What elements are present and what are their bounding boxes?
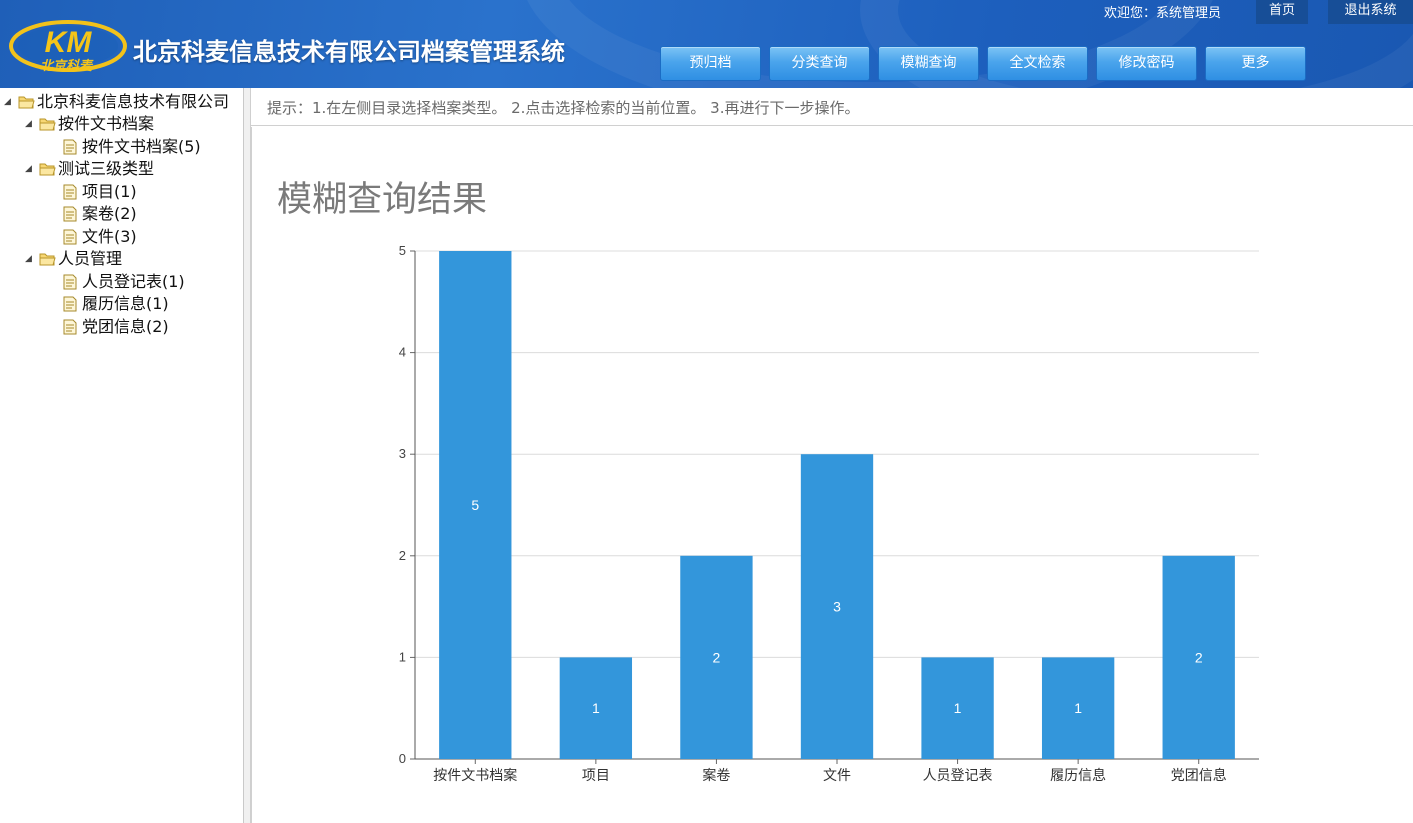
- tree-item-label: 按件文书档案(5): [82, 137, 201, 156]
- folder-open-icon: [18, 96, 35, 109]
- x-tick-label: 人员登记表: [923, 768, 993, 784]
- app-header: KM 北京科麦 北京科麦信息技术有限公司档案管理系统 欢迎您：系统管理员 首页 …: [0, 0, 1413, 88]
- system-title: 北京科麦信息技术有限公司档案管理系统: [133, 38, 565, 66]
- nav-change-password-button[interactable]: 修改密码: [1096, 46, 1197, 81]
- file-icon: [63, 139, 77, 155]
- tree-group-personnel[interactable]: ◢ 人员管理: [25, 248, 122, 270]
- nav-pre-archive-button[interactable]: 预归档: [660, 46, 761, 81]
- tree-item[interactable]: 履历信息(1): [63, 293, 169, 315]
- hint-bar: 提示：1.在左侧目录选择档案类型。 2.点击选择检索的当前位置。 3.再进行下一…: [251, 88, 1413, 126]
- nav-fuzzy-query-button[interactable]: 模糊查询: [878, 46, 979, 81]
- folder-open-icon: [39, 163, 56, 176]
- tree-item[interactable]: 项目(1): [63, 181, 137, 203]
- tree-item[interactable]: 党团信息(2): [63, 316, 169, 338]
- y-tick-label: 4: [399, 345, 406, 360]
- expand-toggle-icon[interactable]: ◢: [25, 254, 36, 265]
- category-tree: ◢ 北京科麦信息技术有限公司 ◢ 按件文书档案 按件文书档案(5) ◢ 测试三级…: [0, 88, 244, 823]
- tree-root[interactable]: ◢ 北京科麦信息技术有限公司: [4, 91, 229, 113]
- bar-value-label: 2: [713, 649, 721, 665]
- logout-button[interactable]: 退出系统: [1328, 0, 1413, 24]
- file-icon: [63, 319, 77, 335]
- tree-item-label: 党团信息(2): [82, 317, 169, 336]
- bar-value-label: 1: [1074, 700, 1082, 716]
- y-tick-label: 5: [399, 243, 406, 258]
- file-icon: [63, 229, 77, 245]
- x-tick-label: 党团信息: [1171, 767, 1227, 784]
- expand-toggle-icon[interactable]: ◢: [4, 97, 15, 108]
- x-tick-label: 按件文书档案: [433, 767, 517, 784]
- x-tick-label: 文件: [823, 768, 851, 784]
- tree-group-test-type[interactable]: ◢ 测试三级类型: [25, 158, 154, 180]
- tree-item-label: 人员登记表(1): [82, 272, 185, 291]
- expand-toggle-icon[interactable]: ◢: [25, 119, 36, 130]
- tree-root-label: 北京科麦信息技术有限公司: [37, 92, 230, 111]
- nav-fulltext-search-button[interactable]: 全文检索: [987, 46, 1088, 81]
- tree-item-label: 案卷(2): [82, 204, 137, 223]
- tree-item[interactable]: 人员登记表(1): [63, 271, 185, 293]
- y-tick-label: 1: [399, 649, 406, 664]
- folder-open-icon: [39, 118, 56, 131]
- logo-text: KM: [45, 26, 93, 59]
- folder-open-icon: [39, 253, 56, 266]
- home-button[interactable]: 首页: [1256, 0, 1308, 24]
- bar-value-label: 3: [833, 599, 841, 615]
- x-tick-label: 案卷: [702, 767, 730, 784]
- tree-item-label: 履历信息(1): [82, 294, 169, 313]
- tree-group-label: 人员管理: [58, 249, 123, 268]
- y-tick-label: 0: [399, 751, 406, 766]
- expand-toggle-icon[interactable]: ◢: [25, 164, 36, 175]
- tree-item-label: 项目(1): [82, 182, 137, 201]
- result-bar-chart: 0 1 2 3 4 5 5 按件文书档案 1 项目 2 案卷 3 文件 1 人员登记表 1 履历信息 2 党团信息: [399, 243, 1259, 784]
- x-tick-label: 项目: [582, 768, 610, 784]
- panel-splitter[interactable]: [244, 88, 251, 823]
- tree-item[interactable]: 文件(3): [63, 226, 137, 248]
- hint-text: 提示：1.在左侧目录选择档案类型。 2.点击选择检索的当前位置。 3.再进行下一…: [267, 99, 860, 117]
- welcome-text: 欢迎您：系统管理员: [1104, 6, 1222, 21]
- bar-value-label: 1: [954, 700, 962, 716]
- nav-category-query-button[interactable]: 分类查询: [769, 46, 870, 81]
- result-panel: 模糊查询结果 0 1 2 3 4 5 5 按件文书档案 1 项目 2 案卷 3 文件 1 人员登记表 1 履历信息…: [251, 127, 1413, 823]
- tree-item[interactable]: 按件文书档案(5): [63, 136, 201, 158]
- nav-more-button[interactable]: 更多: [1205, 46, 1306, 81]
- y-tick-label: 3: [399, 446, 406, 461]
- file-icon: [63, 184, 77, 200]
- x-tick-label: 履历信息: [1050, 767, 1106, 784]
- tree-group-label: 测试三级类型: [58, 159, 155, 178]
- tree-group-label: 按件文书档案: [58, 114, 155, 133]
- file-icon: [63, 274, 77, 290]
- km-logo: KM 北京科麦: [9, 20, 127, 74]
- file-icon: [63, 296, 77, 312]
- bar-value-label: 1: [592, 700, 600, 716]
- bar-value-label: 2: [1195, 649, 1203, 665]
- tree-item[interactable]: 案卷(2): [63, 203, 137, 225]
- logo-subtext: 北京科麦: [40, 58, 94, 74]
- bar-value-label: 5: [471, 497, 479, 513]
- y-tick-label: 2: [399, 548, 406, 563]
- file-icon: [63, 206, 77, 222]
- tree-group-document[interactable]: ◢ 按件文书档案: [25, 113, 154, 135]
- tree-item-label: 文件(3): [82, 227, 137, 246]
